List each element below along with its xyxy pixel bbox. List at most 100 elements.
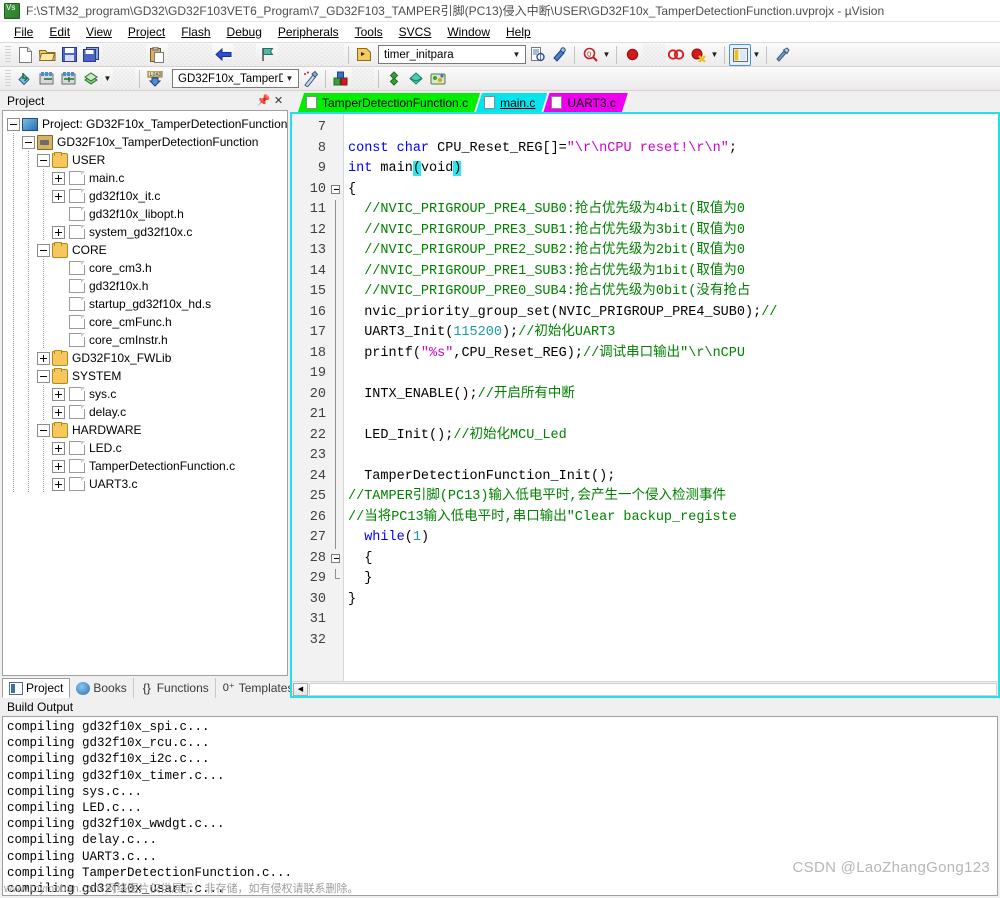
tree-item[interactable]: core_cm3.h bbox=[7, 259, 287, 277]
code-line[interactable] bbox=[348, 118, 998, 139]
menu-help[interactable]: Help bbox=[498, 23, 539, 41]
multi-project-icon[interactable] bbox=[383, 68, 405, 90]
code-line[interactable] bbox=[348, 610, 998, 631]
code-line[interactable] bbox=[348, 446, 998, 467]
code-line[interactable]: { bbox=[348, 549, 998, 570]
layout-dropdown-icon[interactable]: ▼ bbox=[751, 45, 762, 65]
tree-collapse-toggle[interactable] bbox=[22, 135, 35, 149]
code-line[interactable]: //NVIC_PRIGROUP_PRE2_SUB2:抢占优先级为2bit(取值为… bbox=[348, 241, 998, 262]
code-line[interactable]: //NVIC_PRIGROUP_PRE0_SUB4:抢占优先级为0bit(没有抢… bbox=[348, 282, 998, 303]
configure-icon[interactable] bbox=[548, 44, 570, 66]
code-line[interactable]: while(1) bbox=[348, 528, 998, 549]
code-line[interactable]: //NVIC_PRIGROUP_PRE3_SUB1:抢占优先级为3bit(取值为… bbox=[348, 221, 998, 242]
tree-item[interactable]: startup_gd32f10x_hd.s bbox=[7, 295, 287, 313]
tree-expand-toggle[interactable] bbox=[52, 387, 65, 401]
tree-expand-toggle[interactable] bbox=[52, 405, 65, 419]
editor-tab-uart3[interactable]: UART3.c bbox=[543, 93, 627, 112]
function-browse-icon[interactable] bbox=[353, 44, 375, 66]
code-line[interactable]: LED_Init();//初始化MCU_Led bbox=[348, 426, 998, 447]
breakpoint-icon[interactable] bbox=[621, 44, 643, 66]
tree-item[interactable]: gd32f10x_libopt.h bbox=[7, 205, 287, 223]
code-line[interactable]: printf("%s",CPU_Reset_REG);//调试串口输出"\r\n… bbox=[348, 344, 998, 365]
save-all-icon[interactable] bbox=[80, 44, 102, 66]
tab-templates[interactable]: 0⁺ Templates bbox=[216, 678, 301, 698]
scroll-track[interactable] bbox=[309, 682, 997, 696]
menu-svcs[interactable]: SVCS bbox=[391, 23, 440, 41]
configure-target-icon[interactable] bbox=[771, 44, 793, 66]
fold-margin[interactable] bbox=[330, 114, 344, 681]
tree-item[interactable]: sys.c bbox=[7, 385, 287, 403]
tree-item[interactable]: Project: GD32F10x_TamperDetectionFunctio… bbox=[7, 115, 287, 133]
editor-tab-main[interactable]: main.c bbox=[476, 93, 547, 112]
project-tree-container[interactable]: Project: GD32F10x_TamperDetectionFunctio… bbox=[2, 110, 288, 676]
code-line[interactable]: } bbox=[348, 590, 998, 611]
menu-peripherals[interactable]: Peripherals bbox=[270, 23, 347, 41]
code-line[interactable]: //NVIC_PRIGROUP_PRE4_SUB0:抢占优先级为4bit(取值为… bbox=[348, 200, 998, 221]
new-file-icon[interactable] bbox=[14, 44, 36, 66]
tree-item[interactable]: UART3.c bbox=[7, 475, 287, 493]
code-line[interactable]: } bbox=[348, 569, 998, 590]
tree-collapse-toggle[interactable] bbox=[7, 117, 20, 131]
open-file-icon[interactable] bbox=[36, 44, 58, 66]
code-line[interactable]: TamperDetectionFunction_Init(); bbox=[348, 467, 998, 488]
paste-icon[interactable] bbox=[146, 44, 168, 66]
code-line[interactable]: //NVIC_PRIGROUP_PRE1_SUB3:抢占优先级为1bit(取值为… bbox=[348, 262, 998, 283]
breakpoint-dropdown-icon[interactable]: ▼ bbox=[709, 45, 720, 65]
translate-icon[interactable] bbox=[14, 68, 36, 90]
download-icon[interactable]: LOAD bbox=[144, 68, 166, 90]
batch-build-icon[interactable] bbox=[80, 68, 102, 90]
menu-edit[interactable]: Edit bbox=[41, 23, 78, 41]
find-dropdown-icon[interactable]: ▼ bbox=[601, 45, 612, 65]
tree-expand-toggle[interactable] bbox=[52, 441, 65, 455]
function-combo[interactable]: timer_initpara ▼ bbox=[378, 45, 526, 64]
scroll-left-arrow-icon[interactable]: ◀ bbox=[293, 682, 308, 696]
tree-item[interactable]: main.c bbox=[7, 169, 287, 187]
tree-expand-toggle[interactable] bbox=[37, 351, 50, 365]
code-line[interactable]: INTX_ENABLE();//开启所有中断 bbox=[348, 385, 998, 406]
code-line[interactable]: nvic_priority_group_set(NVIC_PRIGROUP_PR… bbox=[348, 303, 998, 324]
tab-functions[interactable]: {} Functions bbox=[134, 678, 216, 698]
tree-collapse-toggle[interactable] bbox=[37, 243, 50, 257]
menu-debug[interactable]: Debug bbox=[219, 23, 270, 41]
pack-installer-icon[interactable] bbox=[405, 68, 427, 90]
code-line[interactable]: //TAMPER引脚(PC13)输入低电平时,会产生一个侵入检测事件 bbox=[348, 487, 998, 508]
tree-item[interactable]: HARDWARE bbox=[7, 421, 287, 439]
disable-all-breakpoints-icon[interactable] bbox=[687, 44, 709, 66]
code-line[interactable] bbox=[348, 631, 998, 652]
menu-view[interactable]: View bbox=[78, 23, 120, 41]
tree-expand-toggle[interactable] bbox=[52, 477, 65, 491]
tree-expand-toggle[interactable] bbox=[52, 189, 65, 203]
bookmark-flag-icon[interactable] bbox=[256, 44, 278, 66]
tree-expand-toggle[interactable] bbox=[52, 171, 65, 185]
tree-item[interactable]: system_gd32f10x.c bbox=[7, 223, 287, 241]
tree-item[interactable]: delay.c bbox=[7, 403, 287, 421]
chevron-down-icon[interactable]: ▼ bbox=[283, 74, 296, 83]
kill-breakpoints-icon[interactable] bbox=[665, 44, 687, 66]
code-text[interactable]: const char CPU_Reset_REG[]="\r\nCPU rese… bbox=[344, 114, 998, 681]
menu-file[interactable]: File bbox=[6, 23, 41, 41]
editor-horizontal-scrollbar[interactable]: ◀ bbox=[292, 681, 998, 696]
build-toolbar-grip[interactable] bbox=[5, 69, 11, 88]
tree-item[interactable]: gd32f10x_it.c bbox=[7, 187, 287, 205]
code-line[interactable]: { bbox=[348, 180, 998, 201]
tree-item[interactable]: LED.c bbox=[7, 439, 287, 457]
tree-collapse-toggle[interactable] bbox=[37, 423, 50, 437]
rebuild-icon[interactable] bbox=[58, 68, 80, 90]
tree-item[interactable]: USER bbox=[7, 151, 287, 169]
undo-arrow-icon[interactable] bbox=[212, 44, 234, 66]
build-dropdown-icon[interactable]: ▼ bbox=[102, 69, 113, 89]
find-in-files-icon[interactable]: Q bbox=[579, 44, 601, 66]
code-view[interactable]: 7 8 9 10 11 12 13 14 15 16 17 18 19 20 21 22 23 24 25 26 27 2… bbox=[292, 114, 998, 681]
code-line[interactable]: const char CPU_Reset_REG[]="\r\nCPU rese… bbox=[348, 139, 998, 160]
menu-tools[interactable]: Tools bbox=[347, 23, 391, 41]
chevron-down-icon[interactable]: ▼ bbox=[510, 50, 523, 59]
fold-marker[interactable] bbox=[330, 180, 344, 201]
code-editor[interactable]: 7 8 9 10 11 12 13 14 15 16 17 18 19 20 21 22 23 24 25 26 27 2… bbox=[290, 112, 1000, 698]
tree-item[interactable]: GD32F10x_TamperDetectionFunction bbox=[7, 133, 287, 151]
tree-item[interactable]: gd32f10x.h bbox=[7, 277, 287, 295]
toolbar-grip[interactable] bbox=[5, 45, 11, 64]
tree-item[interactable]: core_cmInstr.h bbox=[7, 331, 287, 349]
menu-window[interactable]: Window bbox=[439, 23, 498, 41]
code-line[interactable] bbox=[348, 364, 998, 385]
menu-flash[interactable]: Flash bbox=[173, 23, 218, 41]
